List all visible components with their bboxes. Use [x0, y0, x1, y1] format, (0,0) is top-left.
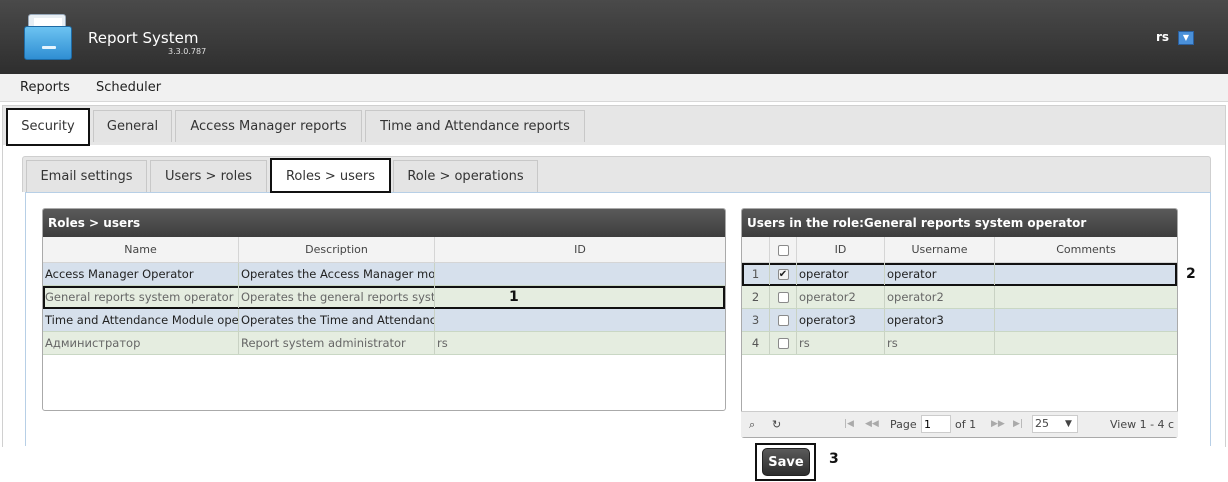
menu-reports[interactable]: Reports	[20, 80, 70, 95]
cell-comments	[995, 309, 1177, 331]
row-checkbox-checked[interactable]: ✔	[777, 269, 789, 280]
roles-grid-header: Name Description ID	[43, 237, 725, 263]
cell-description: Operates the general reports syste	[239, 286, 435, 308]
tab-access-manager-reports[interactable]: Access Manager reports	[175, 110, 362, 142]
cell-description: Report system administrator	[239, 332, 435, 354]
cell-username: operator	[885, 263, 995, 285]
prev-page-icon[interactable]: ◀◀	[865, 419, 879, 429]
cell-description: Operates the Time and Attendance	[239, 309, 435, 331]
folder-logo-icon	[24, 14, 72, 62]
roles-grid: Roles > users Name Description ID Access…	[42, 208, 726, 411]
users-grid-caption: Users in the role:General reports system…	[742, 209, 1177, 237]
table-row-selected[interactable]: General reports system operator Operates…	[43, 286, 725, 309]
table-row[interactable]: 4 rs rs	[742, 332, 1177, 355]
annotation-marker-3: 3	[829, 451, 839, 467]
menu-scheduler[interactable]: Scheduler	[96, 80, 161, 95]
col-username[interactable]: Username	[885, 237, 995, 263]
table-row[interactable]: 2 operator2 operator2	[742, 286, 1177, 309]
chevron-down-icon: ▼	[1065, 419, 1072, 429]
row-number: 3	[742, 309, 770, 331]
user-menu-dropdown-icon[interactable]: ▼	[1178, 31, 1194, 45]
cell-name: Access Manager Operator	[43, 263, 239, 285]
page-count: of 1	[955, 418, 977, 431]
col-id[interactable]: ID	[435, 237, 725, 263]
row-number: 4	[742, 332, 770, 354]
search-icon[interactable]: ⌕	[749, 418, 755, 432]
tab-roles-users[interactable]: Roles > users	[270, 158, 391, 193]
menu-bar: Reports Scheduler	[0, 74, 1228, 102]
col-id[interactable]: ID	[797, 237, 885, 263]
table-row[interactable]: Администратор Report system administrato…	[43, 332, 725, 355]
app-title: Report System	[88, 29, 199, 47]
cell-id	[435, 309, 725, 331]
cell-id: rs	[797, 332, 885, 354]
cell-description: Operates the Access Manager mod	[239, 263, 435, 285]
cell-comments	[995, 332, 1177, 354]
table-row-selected[interactable]: 1 ✔ operator operator	[742, 263, 1177, 286]
row-checkbox[interactable]	[777, 292, 789, 303]
tab-general[interactable]: General	[93, 110, 172, 142]
refresh-icon[interactable]: ↻	[772, 418, 781, 431]
user-name[interactable]: rs	[1156, 30, 1169, 44]
cell-name: Администратор	[43, 332, 239, 354]
row-checkbox[interactable]	[777, 338, 789, 349]
row-checkbox-cell[interactable]	[770, 332, 797, 354]
tab-time-attendance-reports[interactable]: Time and Attendance reports	[365, 110, 585, 142]
cell-username: rs	[885, 332, 995, 354]
cell-comments	[995, 286, 1177, 308]
tab-email-settings[interactable]: Email settings	[26, 160, 147, 192]
cell-id	[435, 286, 725, 308]
cell-name: General reports system operator	[43, 286, 239, 308]
col-comments[interactable]: Comments	[995, 237, 1177, 263]
cell-username: operator3	[885, 309, 995, 331]
page-size-select[interactable]: 25 ▼	[1032, 415, 1078, 433]
cell-id: rs	[437, 336, 448, 350]
cell-name: Time and Attendance Module opera	[43, 309, 239, 331]
col-select-all[interactable]	[770, 237, 797, 263]
save-button[interactable]: Save	[762, 448, 810, 476]
cell-comments	[995, 263, 1177, 285]
users-grid: Users in the role:General reports system…	[741, 208, 1178, 438]
row-checkbox[interactable]	[777, 315, 789, 326]
roles-grid-caption: Roles > users	[43, 209, 725, 237]
page-number-input[interactable]	[921, 415, 951, 433]
col-description[interactable]: Description	[239, 237, 435, 263]
annotation-marker-1: 1	[509, 289, 519, 305]
cell-id	[435, 263, 725, 285]
table-row[interactable]: Time and Attendance Module opera Operate…	[43, 309, 725, 332]
row-checkbox-cell[interactable]	[770, 286, 797, 308]
select-all-checkbox[interactable]	[777, 244, 789, 256]
cell-id: operator3	[797, 309, 885, 331]
cell-username: operator2	[885, 286, 995, 308]
row-number: 2	[742, 286, 770, 308]
col-name[interactable]: Name	[43, 237, 239, 263]
view-records-text: View 1 - 4 c	[1110, 418, 1175, 431]
cell-id: operator	[797, 263, 885, 285]
col-rownum	[742, 237, 770, 263]
annotation-marker-2: 2	[1186, 266, 1196, 282]
last-page-icon[interactable]: ▶|	[1013, 419, 1023, 429]
app-version: 3.3.0.787	[168, 47, 207, 56]
tab-security[interactable]: Security	[6, 108, 90, 146]
row-checkbox-cell[interactable]: ✔	[770, 263, 797, 285]
page-size-value: 25	[1035, 417, 1049, 430]
table-row[interactable]: Access Manager Operator Operates the Acc…	[43, 263, 725, 286]
first-page-icon[interactable]: |◀	[844, 419, 854, 429]
tab-users-roles[interactable]: Users > roles	[150, 160, 267, 192]
users-grid-pager: ⌕ ↻ |◀ ◀◀ Page of 1 ▶▶ ▶| 25 ▼ View 1 - …	[741, 411, 1178, 437]
page-label: Page	[890, 418, 917, 431]
row-number: 1	[742, 263, 770, 285]
next-page-icon[interactable]: ▶▶	[991, 419, 1005, 429]
app-header: Report System 3.3.0.787 rs ▼	[0, 0, 1228, 74]
row-checkbox-cell[interactable]	[770, 309, 797, 331]
users-grid-header: ID Username Comments	[742, 237, 1177, 263]
table-row[interactable]: 3 operator3 operator3	[742, 309, 1177, 332]
cell-id: operator2	[797, 286, 885, 308]
tab-role-operations[interactable]: Role > operations	[393, 160, 538, 192]
